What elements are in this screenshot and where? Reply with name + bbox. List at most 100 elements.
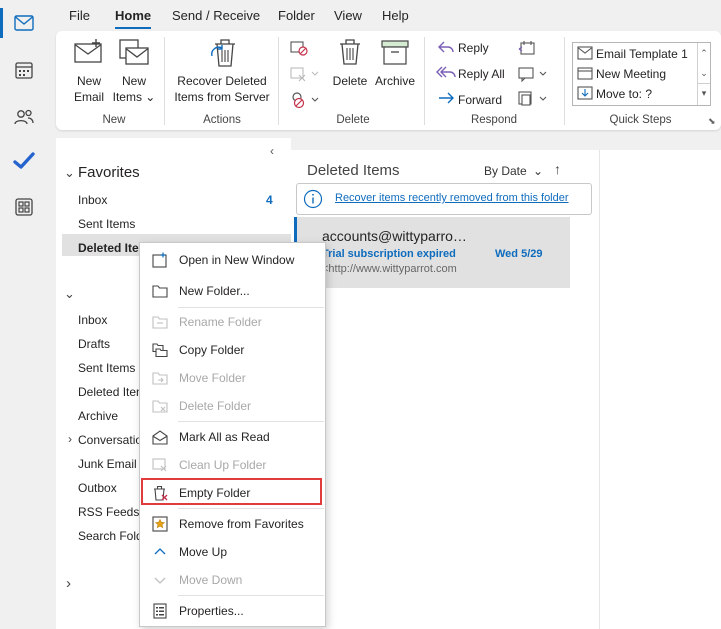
tab-home[interactable]: Home (115, 8, 152, 29)
archive-button[interactable]: Archive (372, 73, 418, 89)
menu-open-in-new-window[interactable]: Open in New Window (141, 247, 324, 273)
info-icon (303, 189, 323, 209)
tab-send-receive[interactable]: Send / Receive (172, 8, 260, 23)
new-window-icon (152, 252, 168, 268)
menu-separator (178, 307, 324, 308)
new-email-label-2: Email (73, 90, 104, 104)
menu-move-up[interactable]: Move Up (141, 539, 324, 565)
chevron-right-icon[interactable]: › (68, 432, 72, 446)
junk-icon[interactable] (290, 91, 320, 109)
quick-step-email-template[interactable]: Email Template 1 (596, 47, 688, 61)
menu-remove-from-favorites[interactable]: Remove from Favorites (141, 511, 324, 537)
sort-dropdown[interactable]: By Date ⌄ (484, 164, 543, 178)
empty-folder-highlight-box (141, 478, 322, 505)
menu-rename-folder[interactable]: Rename Folder (141, 309, 324, 335)
delete-button[interactable]: Delete (330, 73, 370, 89)
apps-icon[interactable] (8, 191, 40, 223)
message-row[interactable]: accounts@wittyparro… Trial subscription … (294, 217, 570, 288)
reply-all-button[interactable]: Reply All (458, 67, 505, 81)
folder-inbox[interactable]: Inbox (78, 313, 107, 327)
chevron-down-icon[interactable]: ⌄ (698, 63, 710, 83)
tab-file[interactable]: File (69, 8, 90, 23)
email-template-icon (577, 46, 593, 60)
folder-conversation-history[interactable]: Conversatio (78, 433, 142, 447)
favorites-header[interactable]: Favorites (78, 164, 140, 181)
more-icon[interactable]: ▾ (698, 83, 710, 102)
folder-junk-email[interactable]: Junk Email (78, 457, 137, 471)
ignore-icon[interactable] (290, 40, 308, 56)
menu-label: Properties... (179, 604, 244, 618)
menu-label: Move Down (179, 573, 243, 587)
folder-rss-feeds[interactable]: RSS Feeds (78, 505, 139, 519)
move-to-icon (577, 86, 593, 100)
chevron-down-icon[interactable]: ⌄ (64, 165, 75, 181)
quick-step-move-to[interactable]: Move to: ? (596, 87, 652, 101)
im-reply-icon[interactable] (518, 66, 550, 82)
menu-label: Delete Folder (179, 399, 252, 413)
new-items-label-1: New (121, 74, 146, 88)
reading-pane (599, 150, 721, 629)
delete-icon (338, 38, 362, 66)
menu-label: Move Up (179, 545, 228, 559)
menu-move-down[interactable]: Move Down (141, 567, 324, 593)
message-sender: accounts@wittyparro… (322, 228, 467, 244)
folder-deleted-items[interactable]: Deleted Iten (78, 385, 143, 399)
reply-button[interactable]: Reply (458, 41, 489, 55)
chevron-right-icon[interactable]: › (66, 575, 71, 592)
menu-new-folder[interactable]: New Folder... (141, 278, 324, 304)
menu-label: New Folder... (179, 284, 250, 298)
move-folder-icon (152, 370, 168, 386)
tab-help[interactable]: Help (382, 8, 409, 23)
folder-outbox[interactable]: Outbox (78, 481, 117, 495)
menu-move-folder[interactable]: Move Folder (141, 365, 324, 391)
folder-sent-items[interactable]: Sent Items (78, 361, 135, 375)
new-items-icon (118, 38, 150, 68)
tab-view[interactable]: View (334, 8, 362, 23)
folder-search-folders[interactable]: Search Fold (78, 529, 143, 543)
todo-check-icon[interactable] (8, 145, 40, 177)
new-folder-icon (152, 283, 168, 299)
message-subject: Trial subscription expired (322, 248, 456, 260)
clean-up-icon[interactable] (290, 66, 320, 82)
folder-archive[interactable]: Archive (78, 409, 118, 423)
properties-icon (152, 603, 168, 619)
favorite-sent-items[interactable]: Sent Items (78, 217, 135, 231)
new-items-label-2: Items ⌄ (112, 90, 156, 104)
menu-delete-folder[interactable]: Delete Folder (141, 393, 324, 419)
people-icon[interactable] (8, 101, 40, 133)
more-respond-icon[interactable] (518, 91, 550, 107)
forward-button[interactable]: Forward (458, 93, 502, 107)
sort-label: By Date (484, 164, 527, 178)
tab-folder[interactable]: Folder (278, 8, 315, 23)
recover-items-link[interactable]: Recover items recently removed from this… (335, 192, 569, 204)
menu-mark-all-as-read[interactable]: Mark All as Read (141, 424, 324, 450)
mail-icon[interactable] (8, 7, 40, 39)
quick-steps-scroll[interactable]: ⌃ ⌄ ▾ (697, 43, 710, 105)
new-email-button[interactable]: New Email (70, 73, 108, 105)
collapse-pane-icon[interactable]: ‹ (270, 144, 274, 158)
recover-deleted-items-button[interactable]: Recover Deleted Items from Server (170, 73, 274, 105)
chevron-up-icon[interactable]: ⌃ (698, 43, 710, 63)
rail-selection-indicator (0, 8, 3, 38)
quick-step-new-meeting[interactable]: New Meeting (596, 67, 666, 81)
new-meeting-icon (577, 66, 593, 80)
favorite-deleted-items[interactable]: Deleted Ite (78, 241, 139, 255)
menu-clean-up-folder[interactable]: Clean Up Folder (141, 452, 324, 478)
menu-copy-folder[interactable]: Copy Folder (141, 337, 324, 363)
chevron-down-icon[interactable]: ⌄ (64, 286, 75, 302)
new-items-button[interactable]: New Items ⌄ (112, 73, 156, 105)
group-label-new: New (102, 114, 126, 126)
copy-folder-icon (152, 342, 168, 358)
sort-direction-icon[interactable]: ↑ (554, 161, 561, 177)
calendar-icon[interactable] (8, 54, 40, 86)
folder-drafts[interactable]: Drafts (78, 337, 110, 351)
meeting-reply-icon[interactable] (518, 40, 536, 56)
favorite-inbox[interactable]: Inbox (78, 193, 107, 207)
menu-label: Rename Folder (179, 315, 262, 329)
favorites-star-icon (152, 516, 168, 532)
message-list: Deleted Items By Date ⌄ ↑ Recover items … (291, 150, 599, 629)
chevron-up-icon (152, 544, 168, 560)
forward-icon (438, 91, 454, 105)
dialog-launcher-icon[interactable]: ⬊ (708, 116, 716, 127)
menu-properties[interactable]: Properties... (141, 598, 324, 624)
